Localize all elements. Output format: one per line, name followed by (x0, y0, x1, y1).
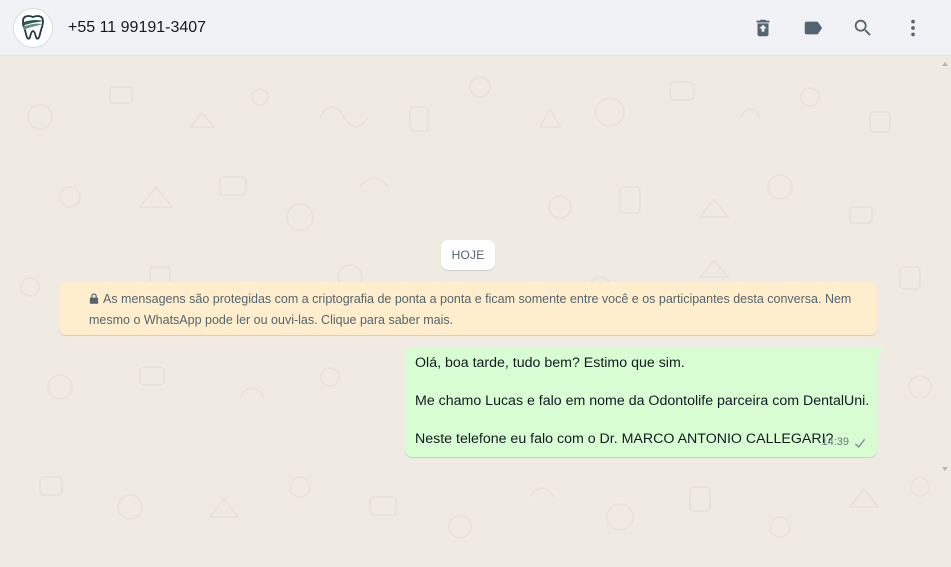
outgoing-message[interactable]: Olá, boa tarde, tudo bem? Estimo que sim… (405, 347, 885, 457)
date-divider: HOJE (441, 240, 495, 270)
message-text: Olá, boa tarde, tudo bem? Estimo que sim… (415, 355, 685, 371)
message-time: 14:39 (821, 436, 849, 448)
contact-name[interactable]: +55 11 99191-3407 (68, 19, 206, 37)
menu-button[interactable] (893, 8, 933, 48)
search-icon (854, 19, 871, 36)
message-meta: 14:39 (821, 433, 869, 452)
header-actions (733, 0, 933, 56)
label-icon (804, 21, 823, 35)
encryption-notice[interactable]: As mensagens são protegidas com a cripto… (59, 282, 877, 335)
scroll-up-arrow[interactable] (942, 62, 948, 66)
delete-chat-button[interactable] (743, 8, 783, 48)
encryption-notice-line1: As mensagens são protegidas com a cripto… (103, 292, 852, 306)
single-check-icon (853, 437, 869, 449)
avatar[interactable] (13, 7, 53, 48)
bubble-tail (877, 347, 885, 360)
search-button[interactable] (843, 8, 883, 48)
trash-icon (756, 19, 770, 37)
message-text: Me chamo Lucas e falo em nome da Odontol… (415, 393, 870, 409)
whatsapp-chat-window: +55 11 99191-3407 HOJE As mensagens são … (0, 0, 951, 567)
encryption-notice-line2: mesmo o WhatsApp pode ler ou ouvi-las. C… (89, 313, 454, 327)
chat-body[interactable]: HOJE As mensagens são protegidas com a c… (0, 57, 951, 567)
lock-icon (89, 290, 99, 304)
scroll-down-arrow[interactable] (942, 467, 948, 471)
menu-icon (911, 19, 915, 37)
label-button[interactable] (793, 8, 833, 48)
chat-header: +55 11 99191-3407 (0, 0, 951, 56)
tooth-logo-icon (22, 14, 44, 40)
message-text: Neste telefone eu falo com o Dr. MARCO A… (415, 431, 834, 447)
